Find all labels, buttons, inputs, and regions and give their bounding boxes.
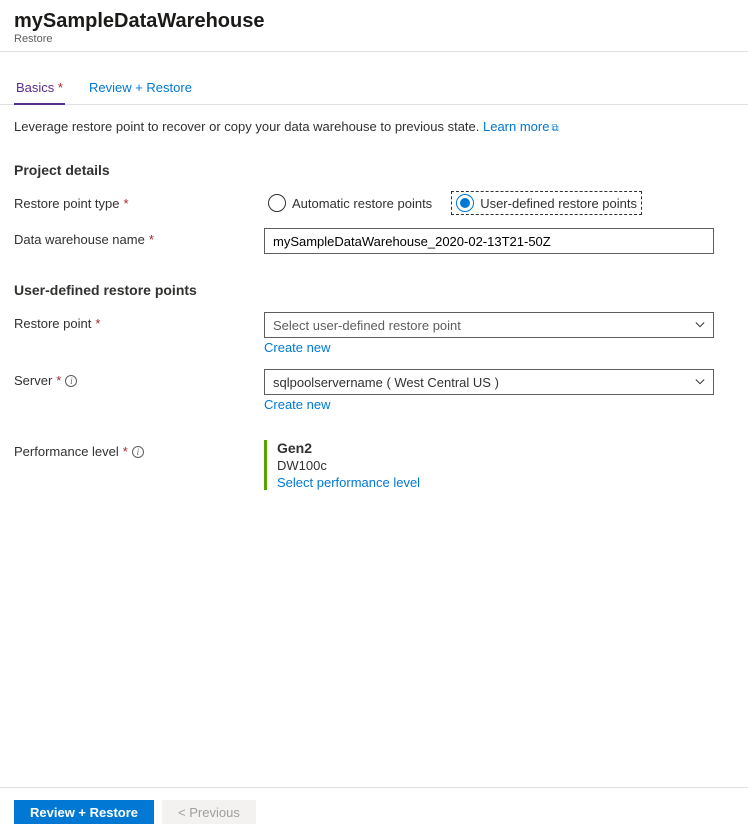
control-col: Select user-defined restore point Create… [264,312,714,355]
label-text: Server [14,373,52,388]
section-project-details: Project details Restore point type * Auto… [0,162,748,490]
tab-basics[interactable]: Basics * [14,76,65,105]
required-indicator: * [54,80,63,95]
performance-block: Gen2 DW100c Select performance level [264,440,714,490]
radio-circle-icon [268,194,286,212]
label-text: Data warehouse name [14,232,145,247]
description-text: Leverage restore point to recover or cop… [0,105,748,134]
required-indicator: * [56,373,61,388]
tab-review-restore[interactable]: Review + Restore [87,76,194,104]
tabs: Basics * Review + Restore [0,76,748,105]
chevron-down-icon [695,377,705,387]
radio-dot-icon [460,198,470,208]
info-icon[interactable]: i [132,446,144,458]
server-select[interactable]: sqlpoolservername ( West Central US ) [264,369,714,395]
tab-basics-label: Basics [16,80,54,95]
radio-user-defined-label: User-defined restore points [480,196,637,211]
select-placeholder: Select user-defined restore point [273,318,461,333]
select-performance-level-link[interactable]: Select performance level [277,475,420,490]
radio-group-restore-type: Automatic restore points User-defined re… [264,192,714,214]
radio-user-defined[interactable]: User-defined restore points [452,192,641,214]
chevron-down-icon [695,320,705,330]
row-data-warehouse-name: Data warehouse name * [14,228,734,254]
page-header: mySampleDataWarehouse Restore [0,0,748,51]
label-data-warehouse-name: Data warehouse name * [14,228,264,247]
data-warehouse-name-input[interactable] [264,228,714,254]
page-subtitle: Restore [14,33,734,45]
label-server: Server * i [14,369,264,388]
label-text: Performance level [14,444,119,459]
label-text: Restore point type [14,196,120,211]
create-new-restore-point-link[interactable]: Create new [264,340,330,355]
select-value: sqlpoolservername ( West Central US ) [273,375,499,390]
learn-more-label: Learn more [483,119,549,134]
review-restore-button[interactable]: Review + Restore [14,800,154,824]
footer: Review + Restore < Previous [0,787,748,836]
row-server: Server * i sqlpoolservername ( West Centr… [14,369,734,412]
control-col: sqlpoolservername ( West Central US ) Cr… [264,369,714,412]
previous-button: < Previous [162,800,256,824]
label-text: Restore point [14,316,91,331]
radio-circle-icon [456,194,474,212]
required-indicator: * [95,316,100,331]
label-restore-point: Restore point * [14,312,264,331]
row-restore-point: Restore point * Select user-defined resto… [14,312,734,355]
radio-automatic-label: Automatic restore points [292,196,432,211]
label-performance-level: Performance level * i [14,440,264,459]
section-title-project-details: Project details [14,162,734,178]
page-title: mySampleDataWarehouse [14,10,734,33]
create-new-server-link[interactable]: Create new [264,397,330,412]
external-link-icon: ⧉ [551,123,558,134]
learn-more-link[interactable]: Learn more⧉ [483,119,559,134]
performance-value: DW100c [277,458,714,473]
section-title-user-defined: User-defined restore points [14,282,734,298]
required-indicator: * [123,444,128,459]
restore-point-select[interactable]: Select user-defined restore point [264,312,714,338]
label-restore-point-type: Restore point type * [14,192,264,211]
row-restore-point-type: Restore point type * Automatic restore po… [14,192,734,214]
required-indicator: * [124,196,129,211]
required-indicator: * [149,232,154,247]
description-body: Leverage restore point to recover or cop… [14,119,483,134]
control-col [264,228,714,254]
divider [0,51,748,52]
row-performance-level: Performance level * i Gen2 DW100c Select … [14,440,734,490]
radio-automatic[interactable]: Automatic restore points [264,192,436,214]
info-icon[interactable]: i [65,375,77,387]
performance-gen: Gen2 [277,440,714,456]
